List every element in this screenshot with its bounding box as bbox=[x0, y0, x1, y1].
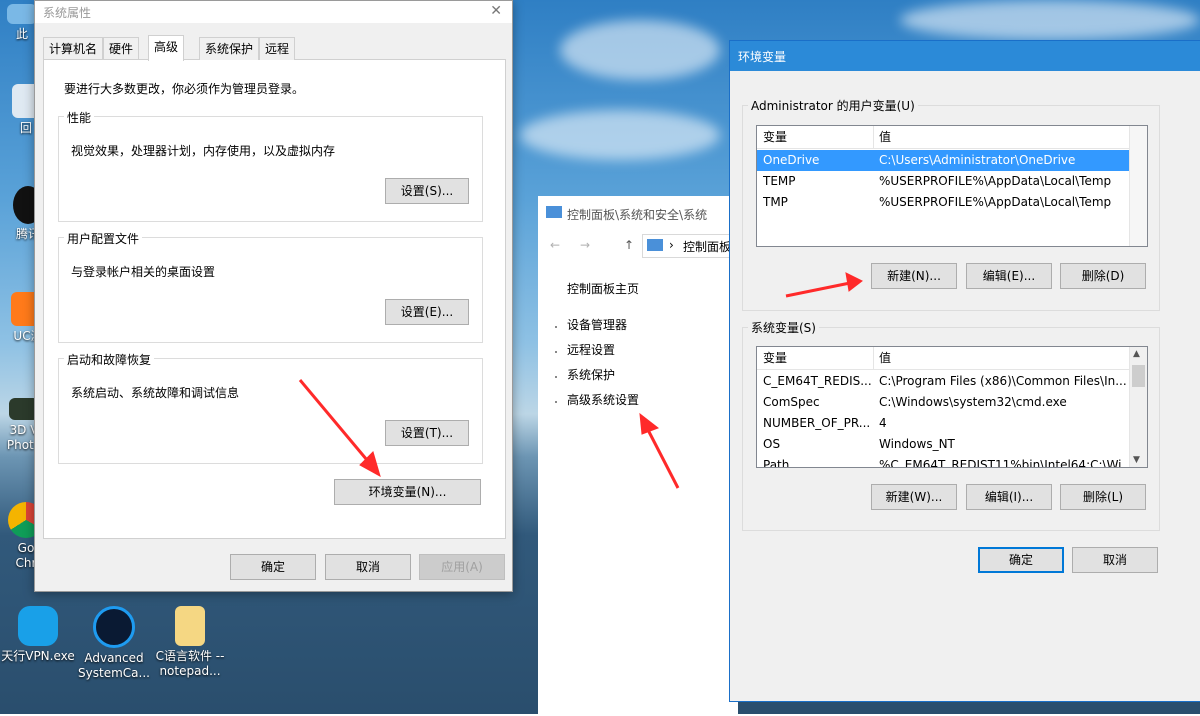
annotation-arrows bbox=[298, 272, 863, 489]
arrow-to-advanced-settings bbox=[644, 425, 680, 489]
arrow-to-new-button bbox=[785, 281, 851, 298]
arrow-to-env-button bbox=[298, 379, 374, 467]
arrowhead bbox=[639, 412, 660, 435]
arrowhead bbox=[845, 272, 863, 292]
